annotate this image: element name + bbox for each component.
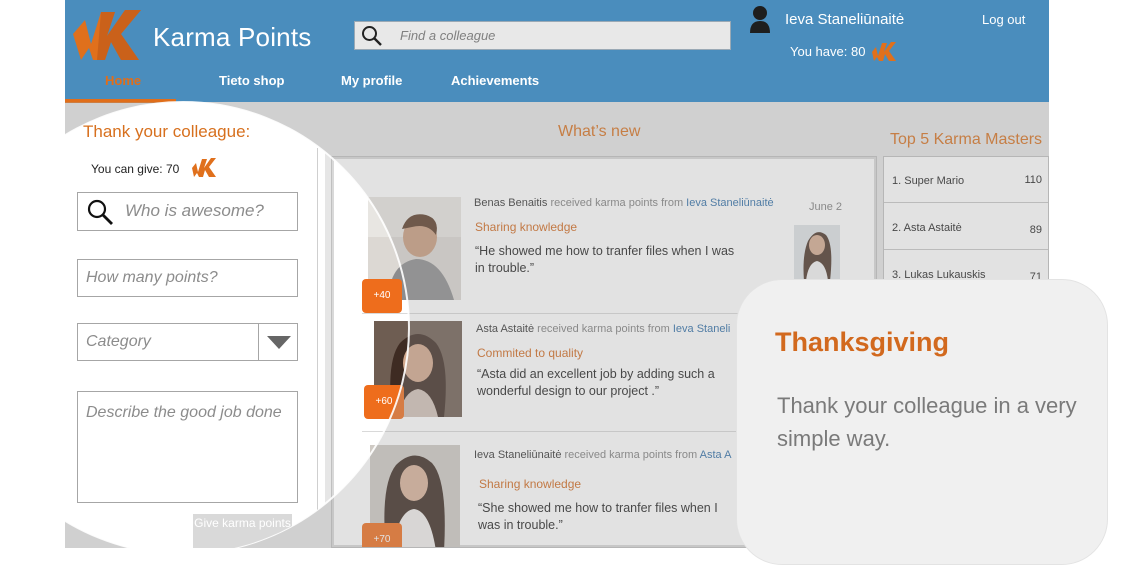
leaderboard-row[interactable]: 2. Asta Astaitė 89 [884,204,1048,250]
active-tab-indicator [65,99,176,103]
feed-quote: “She showed me how to tranfer files when… [478,501,718,532]
leader-points: 110 [1024,174,1042,186]
feed-verb: received karma points from [547,197,687,209]
app-title: Karma Points [153,22,312,52]
colleague-search-box[interactable] [354,21,731,50]
feed-quote: “He showed me how to tranfer files when … [475,244,735,275]
nav-tab-home[interactable]: Home [105,73,141,88]
nav-tab-achievements[interactable]: Achievements [451,73,539,88]
leaderboard-row[interactable]: 1. Super Mario 110 [884,157,1048,203]
feed-category: Commited to quality [477,346,584,360]
feature-callout: Thanksgiving Thank your colleague in a v… [736,279,1108,565]
leader-points: 89 [1029,224,1042,236]
category-placeholder: Category [86,333,151,350]
give-karma-form: You can give: 70 Who is awesome? How man… [65,148,318,548]
current-user-name[interactable]: Ieva Stanelіūnaitė [785,11,904,28]
giver-name[interactable]: Ieva Staneli [673,323,730,335]
points-placeholder: How many points? [86,269,218,286]
description-placeholder: Describe the good job done [86,404,282,421]
nav-tab-my-profile[interactable]: My profile [341,73,402,88]
feed-date: June 2 [809,201,843,213]
karma-points-icon [192,158,216,177]
feed-item-header: Ieva Staneliūnaitė received karma points… [474,449,731,461]
points-badge: +60 [364,385,404,419]
chevron-down-icon[interactable] [267,336,291,349]
logout-link[interactable]: Log out [982,12,1025,27]
highlight-region: Thank your colleague: You can give: 70 W… [65,102,325,548]
recipient-input[interactable]: Who is awesome? [77,192,298,231]
feed-item-header: Benas Benaitis received karma points fro… [474,197,774,209]
search-icon [87,199,113,225]
karma-logo-icon[interactable] [71,4,143,62]
select-divider [258,324,259,360]
callout-text: Thank your colleague in a very simple wa… [777,393,1077,451]
can-give-amount: You can give: 70 [91,162,180,176]
search-icon[interactable] [361,25,383,47]
receiver-name[interactable]: Benas Benaitis [474,197,547,209]
top5-title: Top 5 Karma Masters [890,131,1043,148]
leader-name: 2. Asta Astaitė [892,222,962,234]
recipient-placeholder: Who is awesome? [125,201,264,220]
karma-points-icon [872,42,896,61]
top-header: Karma Points Ieva Stanelіūnaitė Log out … [65,0,1049,103]
feed-category: Sharing knowledge [475,220,578,234]
feed-verb: received karma points from [561,449,700,461]
points-badge: +40 [362,279,402,313]
give-panel-title: Thank your colleague: [83,122,251,141]
category-select[interactable]: Category [77,323,298,361]
leader-name: 1. Super Mario [892,175,965,187]
receiver-name[interactable]: Asta Astaitė [476,323,534,335]
points-amount-input[interactable]: How many points? [77,259,298,297]
screenshot-stage: Karma Points Ieva Stanelіūnaitė Log out … [0,0,1134,567]
user-avatar-icon[interactable] [748,4,772,34]
feed-category: Sharing knowledge [479,477,582,491]
feed-verb: received karma points from [534,323,673,335]
feed-quote: “Asta did an excellent job by adding suc… [477,367,715,398]
feed-title: What’s new [558,123,641,140]
giver-name[interactable]: Asta A [700,449,732,461]
giver-photo[interactable] [794,225,840,281]
giver-name[interactable]: Ieva Staneliūnaitė [686,197,773,209]
feed-item-header: Asta Astaitė received karma points from … [476,323,730,335]
receiver-name[interactable]: Ieva Staneliūnaitė [474,449,561,461]
points-balance: You have: 80 [790,44,866,59]
nav-tab-tieto-shop[interactable]: Tieto shop [219,73,284,88]
description-textarea[interactable]: Describe the good job done [77,391,298,503]
colleague-search-input[interactable] [400,22,720,49]
callout-title: Thanksgiving [775,327,950,357]
points-badge: +70 [362,523,402,547]
